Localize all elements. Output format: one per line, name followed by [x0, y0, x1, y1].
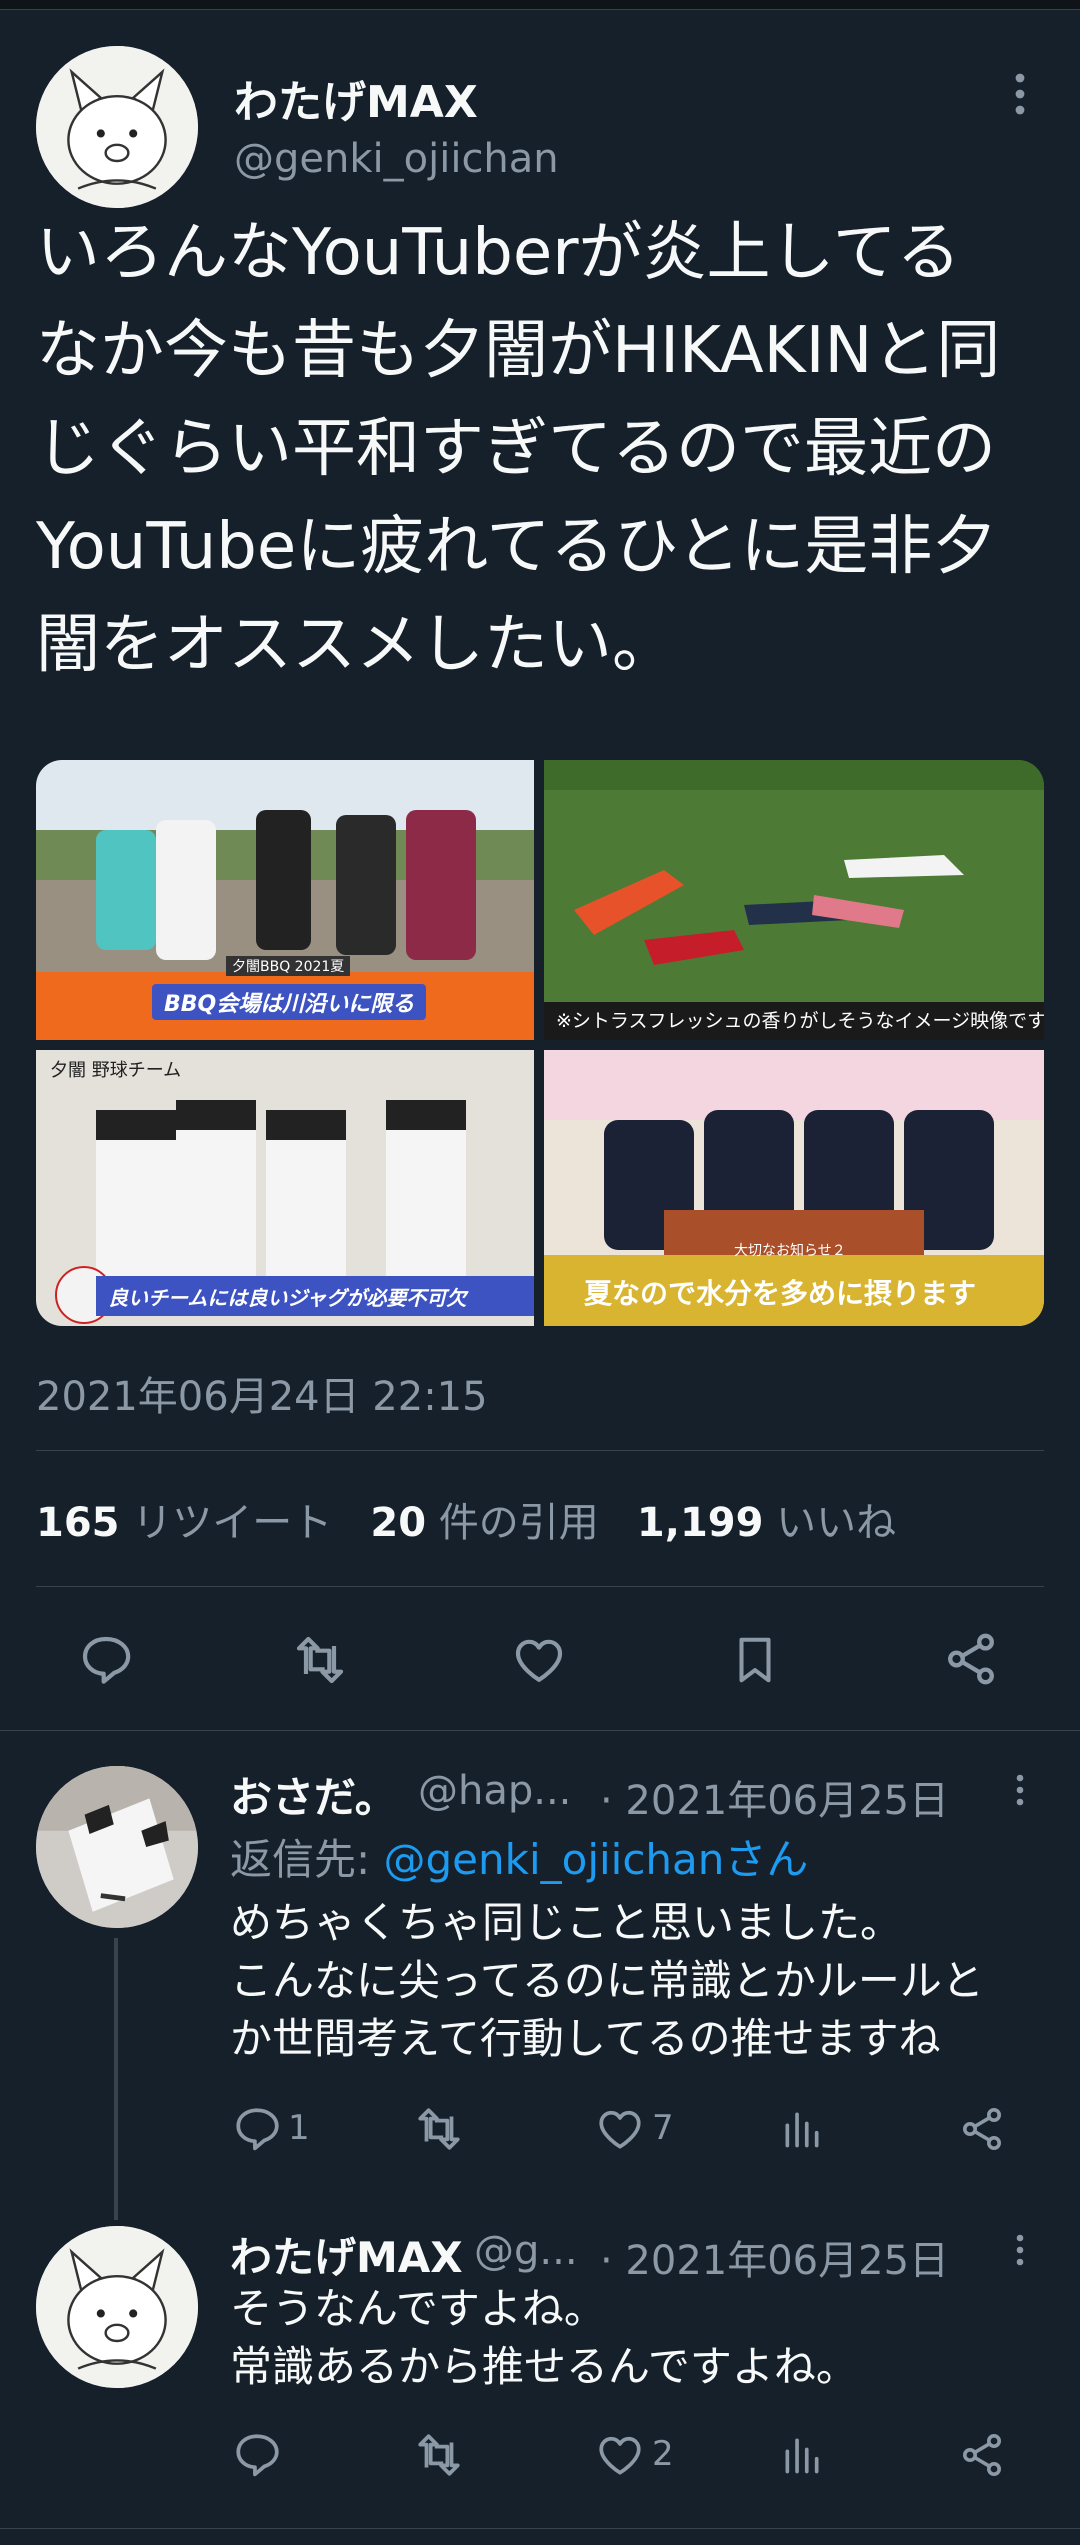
retweet-stat[interactable]: 165 リツイート [36, 1500, 332, 1546]
divider [36, 1450, 1044, 1451]
reply-2-like-icon[interactable] [594, 2430, 646, 2480]
reply-2-share-icon[interactable] [958, 2430, 1006, 2480]
top-border [0, 0, 1080, 10]
tweet-timestamp[interactable]: 2021年06月24日 22:15 [36, 1364, 488, 1422]
divider [0, 1730, 1080, 1731]
media-4-caption: 夏なので水分を多めに摂ります [584, 1277, 977, 1310]
author-avatar[interactable] [36, 46, 198, 208]
reply-1-more-icon[interactable] [1008, 1770, 1032, 1810]
reply-1-text: めちゃくちゃ同じこと思いました。 こんなに尖ってるのに常識とかルールと か世間考… [230, 1898, 984, 2063]
reply-1-analytics-icon[interactable] [780, 2106, 824, 2152]
media-3-caption: 良いチームには良いジャグが必要不可欠 [108, 1286, 467, 1310]
bookmark-icon[interactable] [728, 1630, 782, 1690]
reply-1-name[interactable]: おさだ。 [230, 1764, 397, 1825]
reply-1-reply-icon[interactable] [232, 2104, 282, 2154]
reply-2-retweet-icon[interactable] [412, 2430, 466, 2480]
like-stat[interactable]: 1,199 いいね [637, 1500, 896, 1546]
author-handle[interactable]: @genki_ojiichan [234, 136, 559, 182]
tweet-text: いろんなYouTuberが炎上してる なか今も昔も夕闇がHIKAKINと同 じぐ… [36, 216, 1001, 682]
media-image-2[interactable]: ※シトラスフレッシュの香りがしそうなイメージ映像です [544, 760, 1044, 1040]
reply-icon[interactable] [78, 1632, 134, 1688]
media-image-4[interactable]: 大切なお知らせ２ 夏なので水分を多めに摂ります [544, 1050, 1044, 1326]
reply-1-reply-count: 1 [288, 2108, 310, 2148]
media-image-1[interactable]: 夕闇BBQ 2021夏 BBQ会場は川沿いに限る [36, 760, 534, 1040]
reply-2-text: そうなんですよね。 常識あるから推せるんですよね。 [230, 2284, 858, 2391]
reply-1-date[interactable]: · 2021年06月25日 [600, 1768, 949, 1826]
reply-2-handle[interactable]: @g... [474, 2228, 578, 2274]
media-1-caption: BBQ会場は川沿いに限る [152, 984, 427, 1020]
reply-2-analytics-icon[interactable] [780, 2432, 824, 2478]
media-1-badge: 夕闇BBQ 2021夏 [226, 956, 351, 976]
quote-stat[interactable]: 20 件の引用 [370, 1500, 598, 1546]
like-icon[interactable] [510, 1632, 568, 1688]
share-icon[interactable] [942, 1630, 1000, 1688]
more-options-icon[interactable] [1004, 70, 1036, 118]
media-2-caption: ※シトラスフレッシュの香りがしそうなイメージ映像です [556, 1010, 1044, 1032]
reply-1-handle[interactable]: @hap... [418, 1768, 571, 1814]
media-grid: 夕闇BBQ 2021夏 BBQ会場は川沿いに限る ※シトラスフレッシュの香りがし… [36, 760, 1044, 1326]
reply-2-date[interactable]: · 2021年06月25日 [600, 2228, 949, 2286]
reply-1-retweet-icon[interactable] [412, 2104, 466, 2154]
media-3-badge: 夕闇 野球チーム [50, 1060, 182, 1081]
reply-2-like-count: 2 [652, 2434, 674, 2474]
reply-1-replying-to: 返信先: @genki_ojiichanさん [230, 1826, 808, 1887]
reply-1-like-count: 7 [652, 2108, 674, 2148]
reply-2-avatar[interactable] [36, 2226, 198, 2388]
reply-2-reply-icon[interactable] [232, 2430, 282, 2480]
author-name[interactable]: わたげMAX [234, 66, 478, 130]
media-4-badge: 大切なお知らせ２ [734, 1243, 846, 1259]
thread-connector [114, 1938, 118, 2220]
reply-1-share-icon[interactable] [958, 2104, 1006, 2154]
replying-to-label: 返信先: [230, 1835, 384, 1884]
retweet-icon[interactable] [290, 1632, 350, 1688]
tweet-stats: 165 リツイート 20 件の引用 1,199 いいね [36, 1490, 896, 1548]
reply-2-name[interactable]: わたげMAX [230, 2224, 463, 2285]
reply-2-more-icon[interactable] [1008, 2230, 1032, 2270]
media-image-3[interactable]: 夕闇 野球チーム 良いチームには良いジャグが必要不可欠 [36, 1050, 534, 1326]
replying-to-handle[interactable]: @genki_ojiichanさん [384, 1835, 809, 1884]
reply-1-avatar[interactable] [36, 1766, 198, 1928]
divider [0, 2528, 1080, 2529]
reply-1-like-icon[interactable] [594, 2104, 646, 2154]
divider [36, 1586, 1044, 1587]
